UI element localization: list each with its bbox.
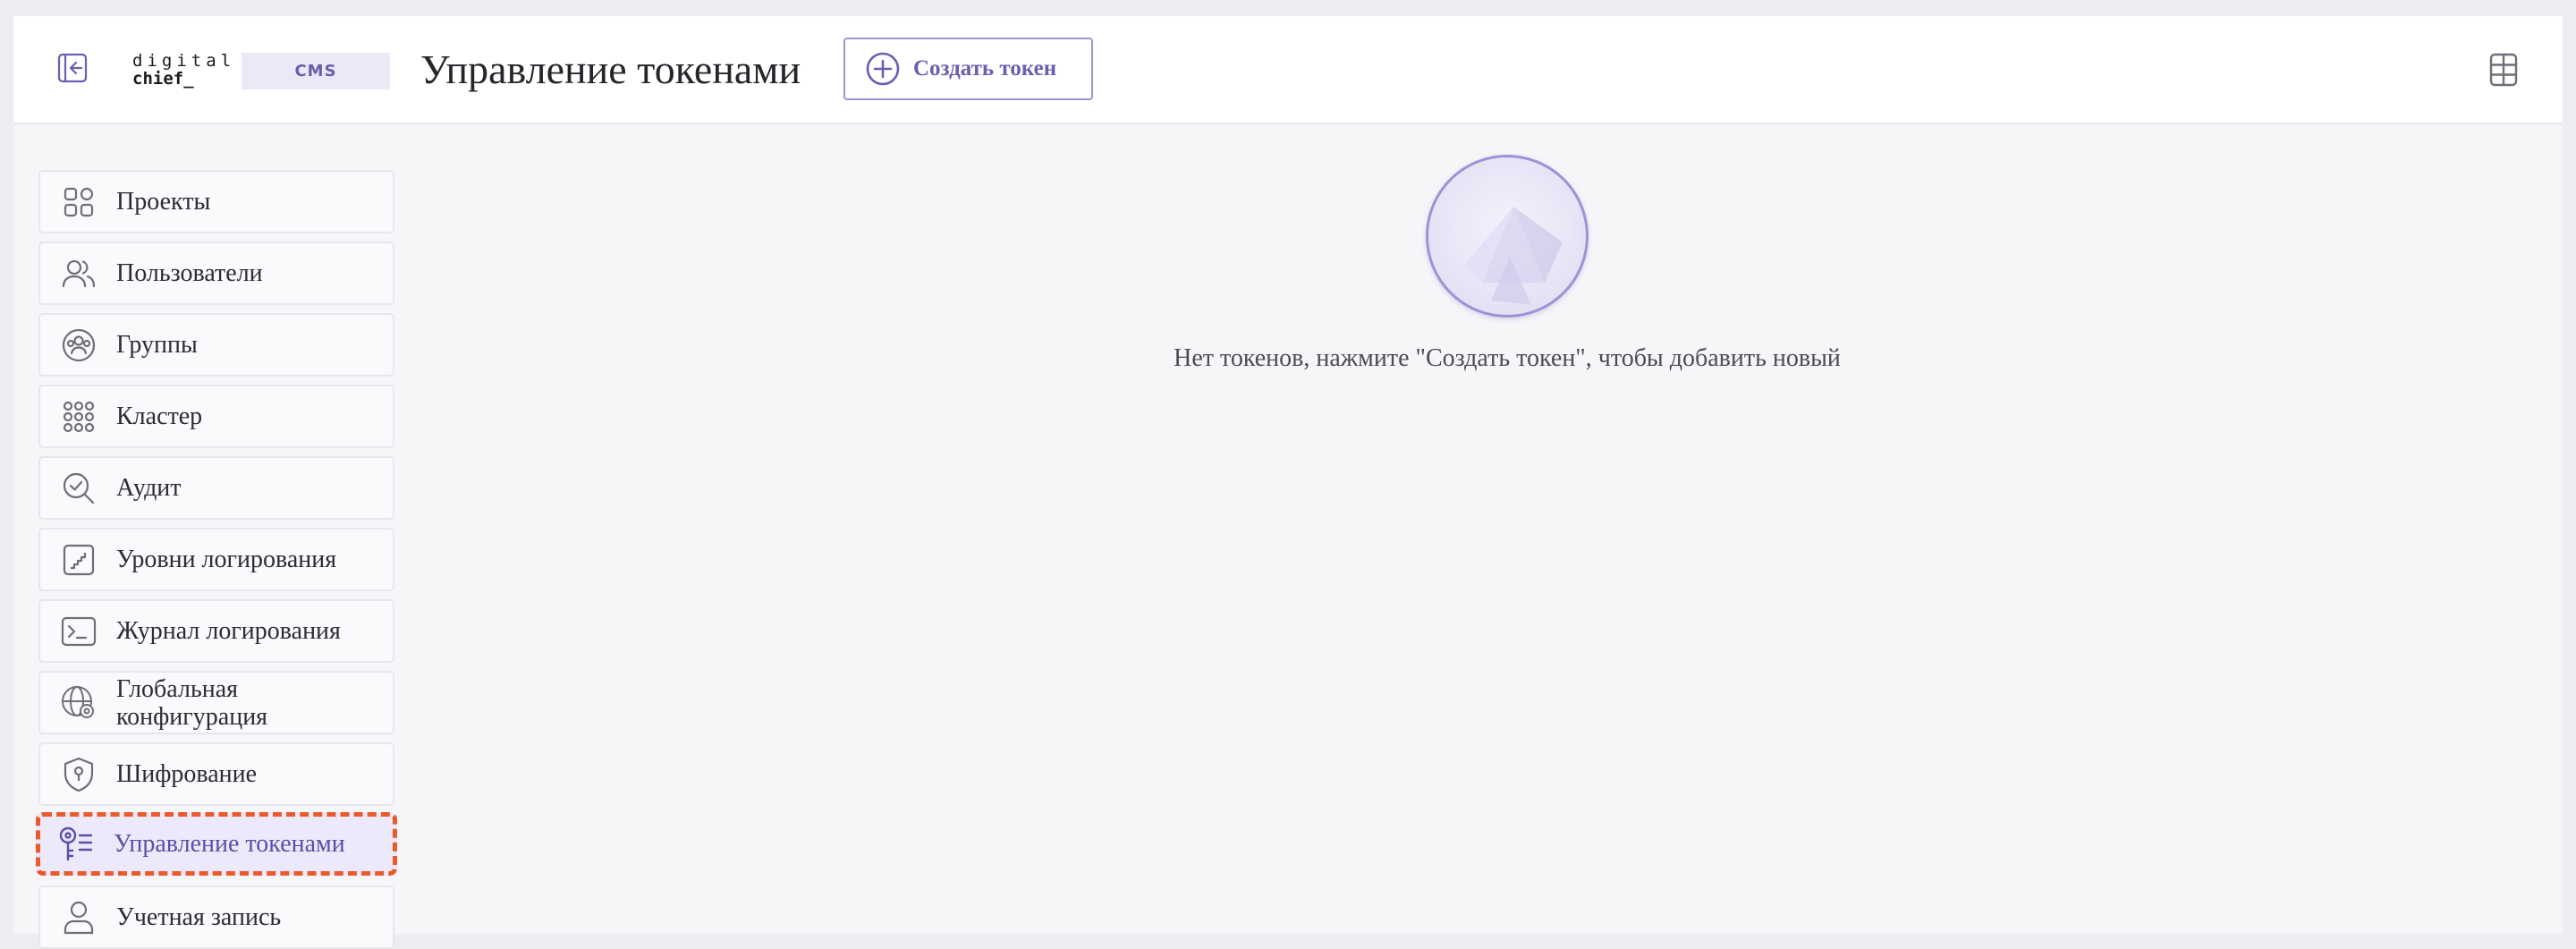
sidebar-item-audit[interactable]: Аудит (38, 456, 394, 520)
brand-logo: digital chief_ (132, 52, 235, 88)
create-token-label: Создать токен (913, 56, 1057, 80)
sidebar-item-encryption[interactable]: Шифрование (38, 742, 394, 806)
sidebar-item-users[interactable]: Пользователи (38, 241, 394, 305)
sidebar-item-log-journal[interactable]: Журнал логирования (38, 599, 394, 663)
sidebar-item-label: Уровни логирования (116, 545, 337, 573)
shield-icon (60, 756, 97, 793)
collapse-left-icon (57, 53, 88, 83)
sidebar-item-label: Кластер (116, 402, 203, 430)
sidebar-item-groups[interactable]: Группы (38, 313, 394, 377)
sidebar-item-projects[interactable]: Проекты (38, 170, 394, 233)
projects-icon (60, 183, 97, 221)
account-icon (60, 899, 97, 936)
log-levels-icon (60, 541, 97, 579)
cms-badge: CMS (242, 53, 390, 89)
sidebar-item-label: Пользователи (116, 258, 263, 287)
apps-grid-button[interactable] (2487, 50, 2521, 89)
sidebar-item-label: Проекты (116, 187, 211, 216)
cluster-icon (60, 398, 97, 436)
sidebar-item-log-levels[interactable]: Уровни логирования (38, 528, 394, 591)
empty-state: Нет токенов, нажмите "Создать токен", чт… (1123, 155, 1892, 373)
token-key-icon (57, 826, 95, 863)
sidebar-item-label: Группы (116, 330, 198, 359)
sidebar-item-label: Учетная запись (116, 902, 282, 931)
global-config-icon (60, 684, 97, 722)
sidebar-collapse-button[interactable] (55, 51, 89, 85)
groups-icon (60, 326, 97, 364)
create-token-button[interactable]: Создать токен (843, 38, 1093, 100)
top-bar: digital chief_ CMS Управление токенами С… (13, 16, 2563, 124)
sidebar-item-label: Шифрование (116, 759, 258, 788)
sidebar-item-label: Глобальная конфигурация (116, 674, 268, 731)
app-window: digital chief_ CMS Управление токенами С… (13, 16, 2563, 949)
grid-icon (2489, 53, 2518, 87)
plus-circle-icon (865, 51, 901, 87)
logo-line-2: chief_ (132, 69, 194, 89)
sidebar-item-cluster[interactable]: Кластер (38, 385, 394, 448)
logo-line-1: digital (132, 51, 236, 71)
page-title: Управление токенами (420, 47, 801, 92)
sidebar-item-label: Аудит (116, 473, 182, 502)
empty-state-message: Нет токенов, нажмите "Создать токен", чт… (1174, 344, 1841, 372)
audit-icon (60, 470, 97, 507)
crystal-illustration-icon (1464, 207, 1563, 305)
sidebar-item-account[interactable]: Учетная запись (38, 885, 394, 949)
sidebar-item-token-management[interactable]: Управление токенами (36, 812, 397, 876)
users-icon (60, 255, 97, 292)
sidebar-item-label: Журнал логирования (116, 616, 341, 645)
empty-state-illustration (1426, 155, 1589, 318)
terminal-icon (60, 613, 97, 650)
sidebar-item-global-config[interactable]: Глобальная конфигурация (38, 671, 394, 734)
sidebar-item-label: Управление токенами (114, 829, 345, 858)
